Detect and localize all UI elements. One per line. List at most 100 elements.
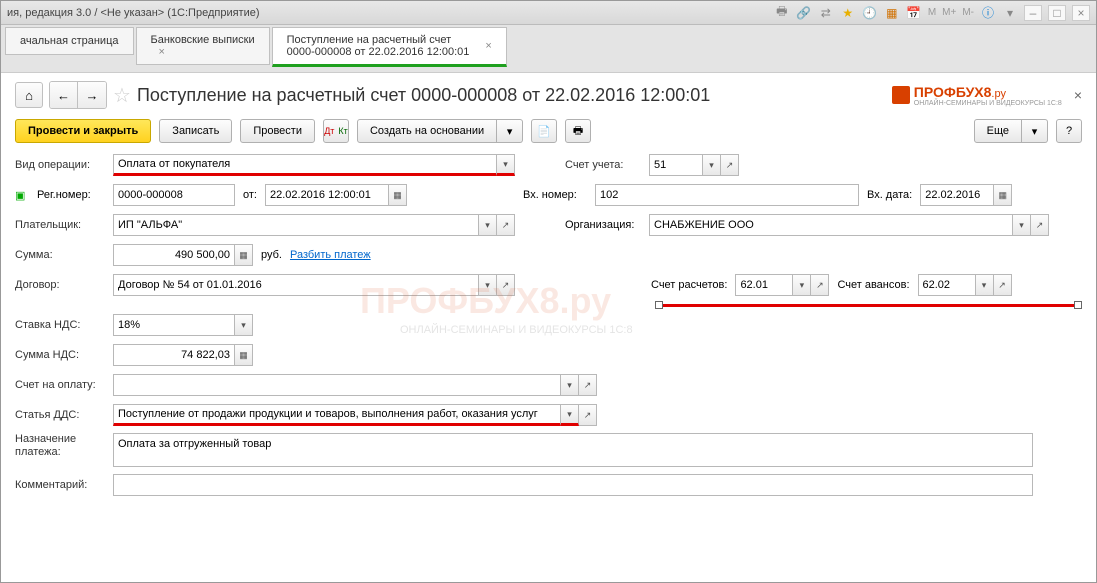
acc-calc-label: Счет расчетов: — [651, 279, 727, 291]
close-icon[interactable]: × — [485, 40, 491, 52]
dropdown-icon[interactable]: ▾ — [1002, 5, 1018, 21]
print-icon[interactable]: 🖶 — [774, 5, 790, 21]
acc-advance-label: Счет авансов: — [837, 279, 909, 291]
open-icon[interactable]: ↗ — [579, 374, 597, 396]
purpose-label: Назначение платежа: — [15, 433, 105, 459]
status-icon: ▣ — [15, 189, 29, 202]
star-icon[interactable]: ★ — [840, 5, 856, 21]
favorite-icon[interactable]: ☆ — [113, 83, 131, 108]
dropdown-icon[interactable]: ▾ — [561, 374, 579, 396]
contract-label: Договор: — [15, 279, 105, 291]
mem-mminus[interactable]: M- — [962, 5, 974, 21]
info-icon[interactable]: ⓘ — [980, 5, 996, 21]
titlebar-controls: 🖶 🔗 ⇄ ★ 🕘 ▦ 📅 M M+ M- ⓘ ▾ – □ × — [774, 5, 1090, 21]
dropdown-icon[interactable]: ▾ — [976, 274, 994, 296]
post-button[interactable]: Провести — [240, 119, 315, 143]
dropdown-icon[interactable]: ▾ — [793, 274, 811, 296]
account-input[interactable] — [649, 154, 703, 176]
help-button[interactable]: ? — [1056, 119, 1082, 143]
tab-receipt[interactable]: Поступление на расчетный счет 0000-00000… — [272, 27, 507, 67]
calc-icon[interactable]: ▦ — [235, 344, 253, 366]
split-payment-link[interactable]: Разбить платеж — [290, 249, 371, 261]
maximize-button[interactable]: □ — [1048, 5, 1066, 21]
open-icon[interactable]: ↗ — [579, 404, 597, 426]
dropdown-icon[interactable]: ▾ — [497, 154, 515, 176]
vat-rate-input[interactable] — [113, 314, 235, 336]
save-button[interactable]: Записать — [159, 119, 232, 143]
post-and-close-button[interactable]: Провести и закрыть — [15, 119, 151, 143]
dropdown-icon[interactable]: ▾ — [479, 214, 497, 236]
selection-handle[interactable] — [1074, 301, 1082, 309]
vat-sum-input[interactable] — [113, 344, 235, 366]
payer-input[interactable] — [113, 214, 479, 236]
calc-icon[interactable]: ▦ — [884, 5, 900, 21]
page-header: ⌂ ← → ☆ Поступление на расчетный счет 00… — [15, 81, 1082, 109]
mem-m[interactable]: M — [928, 5, 936, 21]
tab-label: ачальная страница — [20, 35, 119, 47]
logo-icon — [892, 86, 910, 104]
contract-input[interactable] — [113, 274, 479, 296]
back-button[interactable]: ← — [50, 82, 78, 108]
op-type-input[interactable] — [113, 154, 497, 176]
payer-label: Плательщик: — [15, 219, 105, 231]
dropdown-icon[interactable]: ▾ — [703, 154, 721, 176]
mem-mplus[interactable]: M+ — [942, 5, 956, 21]
tab-bank-statements[interactable]: Банковские выписки × — [136, 27, 270, 65]
open-icon[interactable]: ↗ — [721, 154, 739, 176]
vat-sum-label: Сумма НДС: — [15, 349, 105, 361]
compare-icon[interactable]: ⇄ — [818, 5, 834, 21]
in-num-input[interactable] — [595, 184, 859, 206]
currency-label: руб. — [261, 249, 282, 261]
history-icon[interactable]: 🕘 — [862, 5, 878, 21]
minimize-button[interactable]: – — [1024, 5, 1042, 21]
selection-handle[interactable] — [655, 301, 663, 309]
tab-label: Поступление на расчетный счет — [287, 34, 470, 46]
sum-input[interactable] — [113, 244, 235, 266]
tab-bar: ачальная страница Банковские выписки × П… — [1, 25, 1096, 73]
open-icon[interactable]: ↗ — [811, 274, 829, 296]
calendar-icon[interactable]: ▦ — [994, 184, 1012, 206]
titlebar: ия, редакция 3.0 / <Не указан> (1С:Предп… — [1, 1, 1096, 25]
date-label: от: — [243, 189, 257, 201]
open-icon[interactable]: ↗ — [1031, 214, 1049, 236]
calc-icon[interactable]: ▦ — [235, 244, 253, 266]
org-input[interactable] — [649, 214, 1013, 236]
close-page-button[interactable]: × — [1074, 87, 1082, 103]
home-button[interactable]: ⌂ — [15, 82, 43, 108]
open-icon[interactable]: ↗ — [994, 274, 1012, 296]
open-icon[interactable]: ↗ — [497, 214, 515, 236]
acc-advance-input[interactable] — [918, 274, 976, 296]
close-icon[interactable]: × — [159, 46, 255, 58]
link-icon[interactable]: 🔗 — [796, 5, 812, 21]
dropdown-icon[interactable]: ▾ — [235, 314, 253, 336]
create-based-dropdown[interactable]: ▾ — [497, 119, 523, 143]
in-date-label: Вх. дата: — [867, 189, 912, 201]
more-dropdown[interactable]: ▾ — [1022, 119, 1048, 143]
red-highlight — [663, 304, 1074, 307]
acc-calc-input[interactable] — [735, 274, 793, 296]
reg-num-input[interactable] — [113, 184, 235, 206]
calendar-icon[interactable]: 📅 — [906, 5, 922, 21]
dt-kt-button[interactable]: ДтКт — [323, 119, 349, 143]
more-button[interactable]: Еще — [974, 119, 1022, 143]
calendar-icon[interactable]: ▦ — [389, 184, 407, 206]
dropdown-icon[interactable]: ▾ — [479, 274, 497, 296]
create-based-button[interactable]: Создать на основании — [357, 119, 497, 143]
print-button[interactable]: 🖶 — [565, 119, 591, 143]
dropdown-icon[interactable]: ▾ — [561, 404, 579, 426]
comment-label: Комментарий: — [15, 479, 105, 491]
logo: ПРОФБУХ8.ру ОНЛАЙН-СЕМИНАРЫ И ВИДЕОКУРСЫ… — [892, 84, 1082, 107]
open-icon[interactable]: ↗ — [497, 274, 515, 296]
in-date-input[interactable] — [920, 184, 994, 206]
invoice-input[interactable] — [113, 374, 561, 396]
purpose-textarea[interactable]: Оплата за отгруженный товар — [113, 433, 1033, 467]
dds-input[interactable] — [113, 404, 561, 426]
tab-start-page[interactable]: ачальная страница — [5, 27, 134, 55]
sum-label: Сумма: — [15, 249, 105, 261]
dropdown-icon[interactable]: ▾ — [1013, 214, 1031, 236]
date-input[interactable] — [265, 184, 389, 206]
forward-button[interactable]: → — [78, 82, 106, 108]
comment-input[interactable] — [113, 474, 1033, 496]
attach-button[interactable]: 📄 — [531, 119, 557, 143]
close-button[interactable]: × — [1072, 5, 1090, 21]
